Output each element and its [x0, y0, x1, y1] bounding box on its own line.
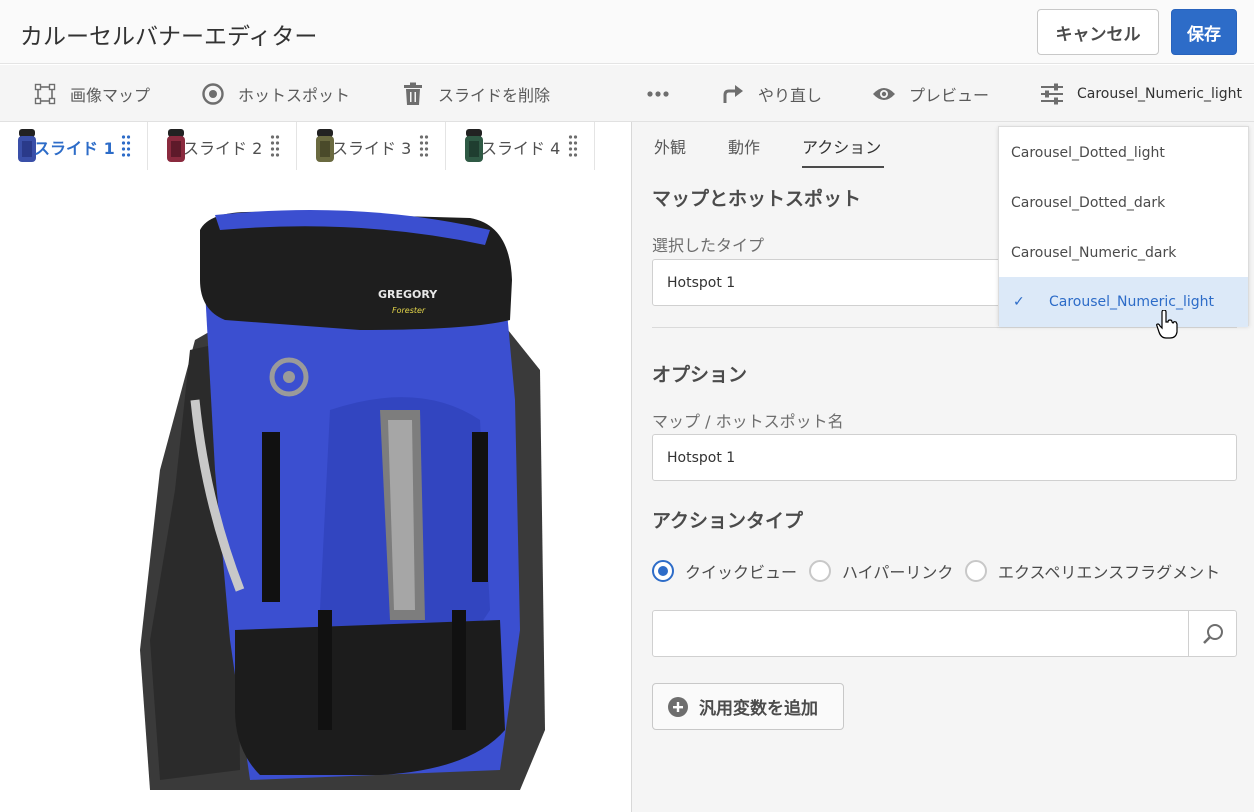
header-bar: カルーセルバナーエディター キャンセル 保存 [0, 0, 1254, 64]
radio-button[interactable] [809, 560, 831, 582]
hand-cursor-icon [1156, 310, 1178, 339]
preset-option-selected[interactable]: ✓ Carousel_Numeric_light [999, 277, 1248, 327]
slide-tab-label: スライド 1 [34, 139, 115, 158]
preset-option-label: Carousel_Numeric_light [1049, 294, 1215, 310]
add-circle-icon [667, 696, 689, 718]
redo-label: やり直し [758, 85, 823, 105]
radio-button[interactable] [965, 560, 987, 582]
grip-icon[interactable] [419, 134, 429, 158]
section-divider [652, 327, 1237, 328]
svg-text:Forester: Forester [392, 306, 426, 315]
section-action-type: アクションタイプ [652, 510, 804, 532]
section-options: オプション [652, 364, 748, 386]
selected-type-label: 選択したタイプ [652, 236, 765, 255]
search-input[interactable] [653, 611, 1188, 656]
carousel-banner-editor: カルーセルバナーエディター キャンセル 保存 画像マップ ホットスポット スライ… [0, 0, 1254, 812]
cancel-button[interactable]: キャンセル [1037, 9, 1159, 55]
grip-icon[interactable] [270, 134, 280, 158]
preset-option[interactable]: Carousel_Numeric_dark [999, 228, 1248, 278]
section-map-hotspot: マップとホットスポット [652, 188, 862, 210]
tab-appearance[interactable]: 外観 [654, 134, 686, 158]
radio-experience-fragment[interactable]: エクスペリエンスフラグメント [965, 559, 1220, 583]
slide-tab-label: スライド 2 [183, 139, 263, 158]
preset-label: Carousel_Numeric_light [1077, 85, 1243, 102]
image-canvas[interactable]: GREGORY Forester [0, 170, 632, 812]
preset-dropdown-menu: Carousel_Dotted_light Carousel_Dotted_da… [998, 126, 1249, 327]
add-generic-variable-button[interactable]: 汎用変数を追加 [652, 683, 844, 730]
slide-tab-2[interactable]: スライド 2 [149, 122, 297, 170]
hotspot-name-field[interactable]: Hotspot 1 [652, 434, 1237, 481]
preset-option[interactable]: Carousel_Dotted_light [999, 128, 1248, 178]
hotspot-name-label: マップ / ホットスポット名 [652, 412, 844, 431]
check-icon: ✓ [1013, 294, 1025, 310]
slide-tab-4[interactable]: スライド 4 [447, 122, 595, 170]
sliders-icon [1039, 81, 1065, 107]
backpack-image: GREGORY Forester [140, 210, 545, 790]
radio-button[interactable] [652, 560, 674, 582]
slide-tab-label: スライド 3 [332, 139, 412, 158]
search-button[interactable] [1188, 611, 1236, 656]
trash-icon [400, 81, 426, 107]
slide-tabs: スライド 1 スライド 2 スライド 3 スライド 4 [0, 122, 632, 170]
image-map-label: 画像マップ [70, 85, 151, 105]
toolbar: 画像マップ ホットスポット スライドを削除 やり直し プレビュー Carouse… [0, 65, 1254, 122]
slide-tab-label: スライド 4 [481, 139, 561, 158]
preview-button[interactable]: プレビュー [871, 65, 989, 122]
save-button[interactable]: 保存 [1171, 9, 1237, 55]
radio-label: クイックビュー [685, 563, 798, 582]
add-button-label: 汎用変数を追加 [699, 699, 818, 719]
radio-hyperlink[interactable]: ハイパーリンク [809, 559, 953, 583]
hotspot-icon [200, 81, 226, 107]
radio-label: ハイパーリンク [842, 563, 954, 582]
grip-icon[interactable] [121, 134, 131, 158]
hotspot-button[interactable]: ホットスポット [200, 65, 350, 122]
radio-label: エクスペリエンスフラグメント [998, 563, 1221, 582]
hotspot-label: ホットスポット [238, 85, 351, 105]
page-title: カルーセルバナーエディター [20, 24, 318, 50]
eye-icon [871, 81, 897, 107]
redo-icon [720, 81, 746, 107]
slide-tab-3[interactable]: スライド 3 [298, 122, 446, 170]
more-button[interactable] [645, 65, 683, 122]
preset-option[interactable]: Carousel_Dotted_dark [999, 178, 1248, 228]
svg-text:GREGORY: GREGORY [378, 288, 438, 301]
image-map-button[interactable]: 画像マップ [32, 65, 150, 122]
preset-selector[interactable]: Carousel_Numeric_light [1039, 65, 1242, 122]
slide-tab-1[interactable]: スライド 1 [0, 122, 148, 170]
tab-action[interactable]: アクション [802, 134, 881, 158]
more-icon [645, 81, 671, 107]
grip-icon[interactable] [568, 134, 578, 158]
search-box [652, 610, 1237, 657]
tab-behavior[interactable]: 動作 [728, 134, 760, 158]
delete-slide-button[interactable]: スライドを削除 [400, 65, 550, 122]
delete-slide-label: スライドを削除 [438, 85, 551, 105]
search-icon [1202, 623, 1223, 644]
preview-label: プレビュー [909, 85, 990, 105]
redo-button[interactable]: やり直し [720, 65, 822, 122]
active-tab-indicator [802, 166, 884, 168]
radio-quickview[interactable]: クイックビュー [652, 559, 797, 583]
image-map-icon [32, 81, 58, 107]
